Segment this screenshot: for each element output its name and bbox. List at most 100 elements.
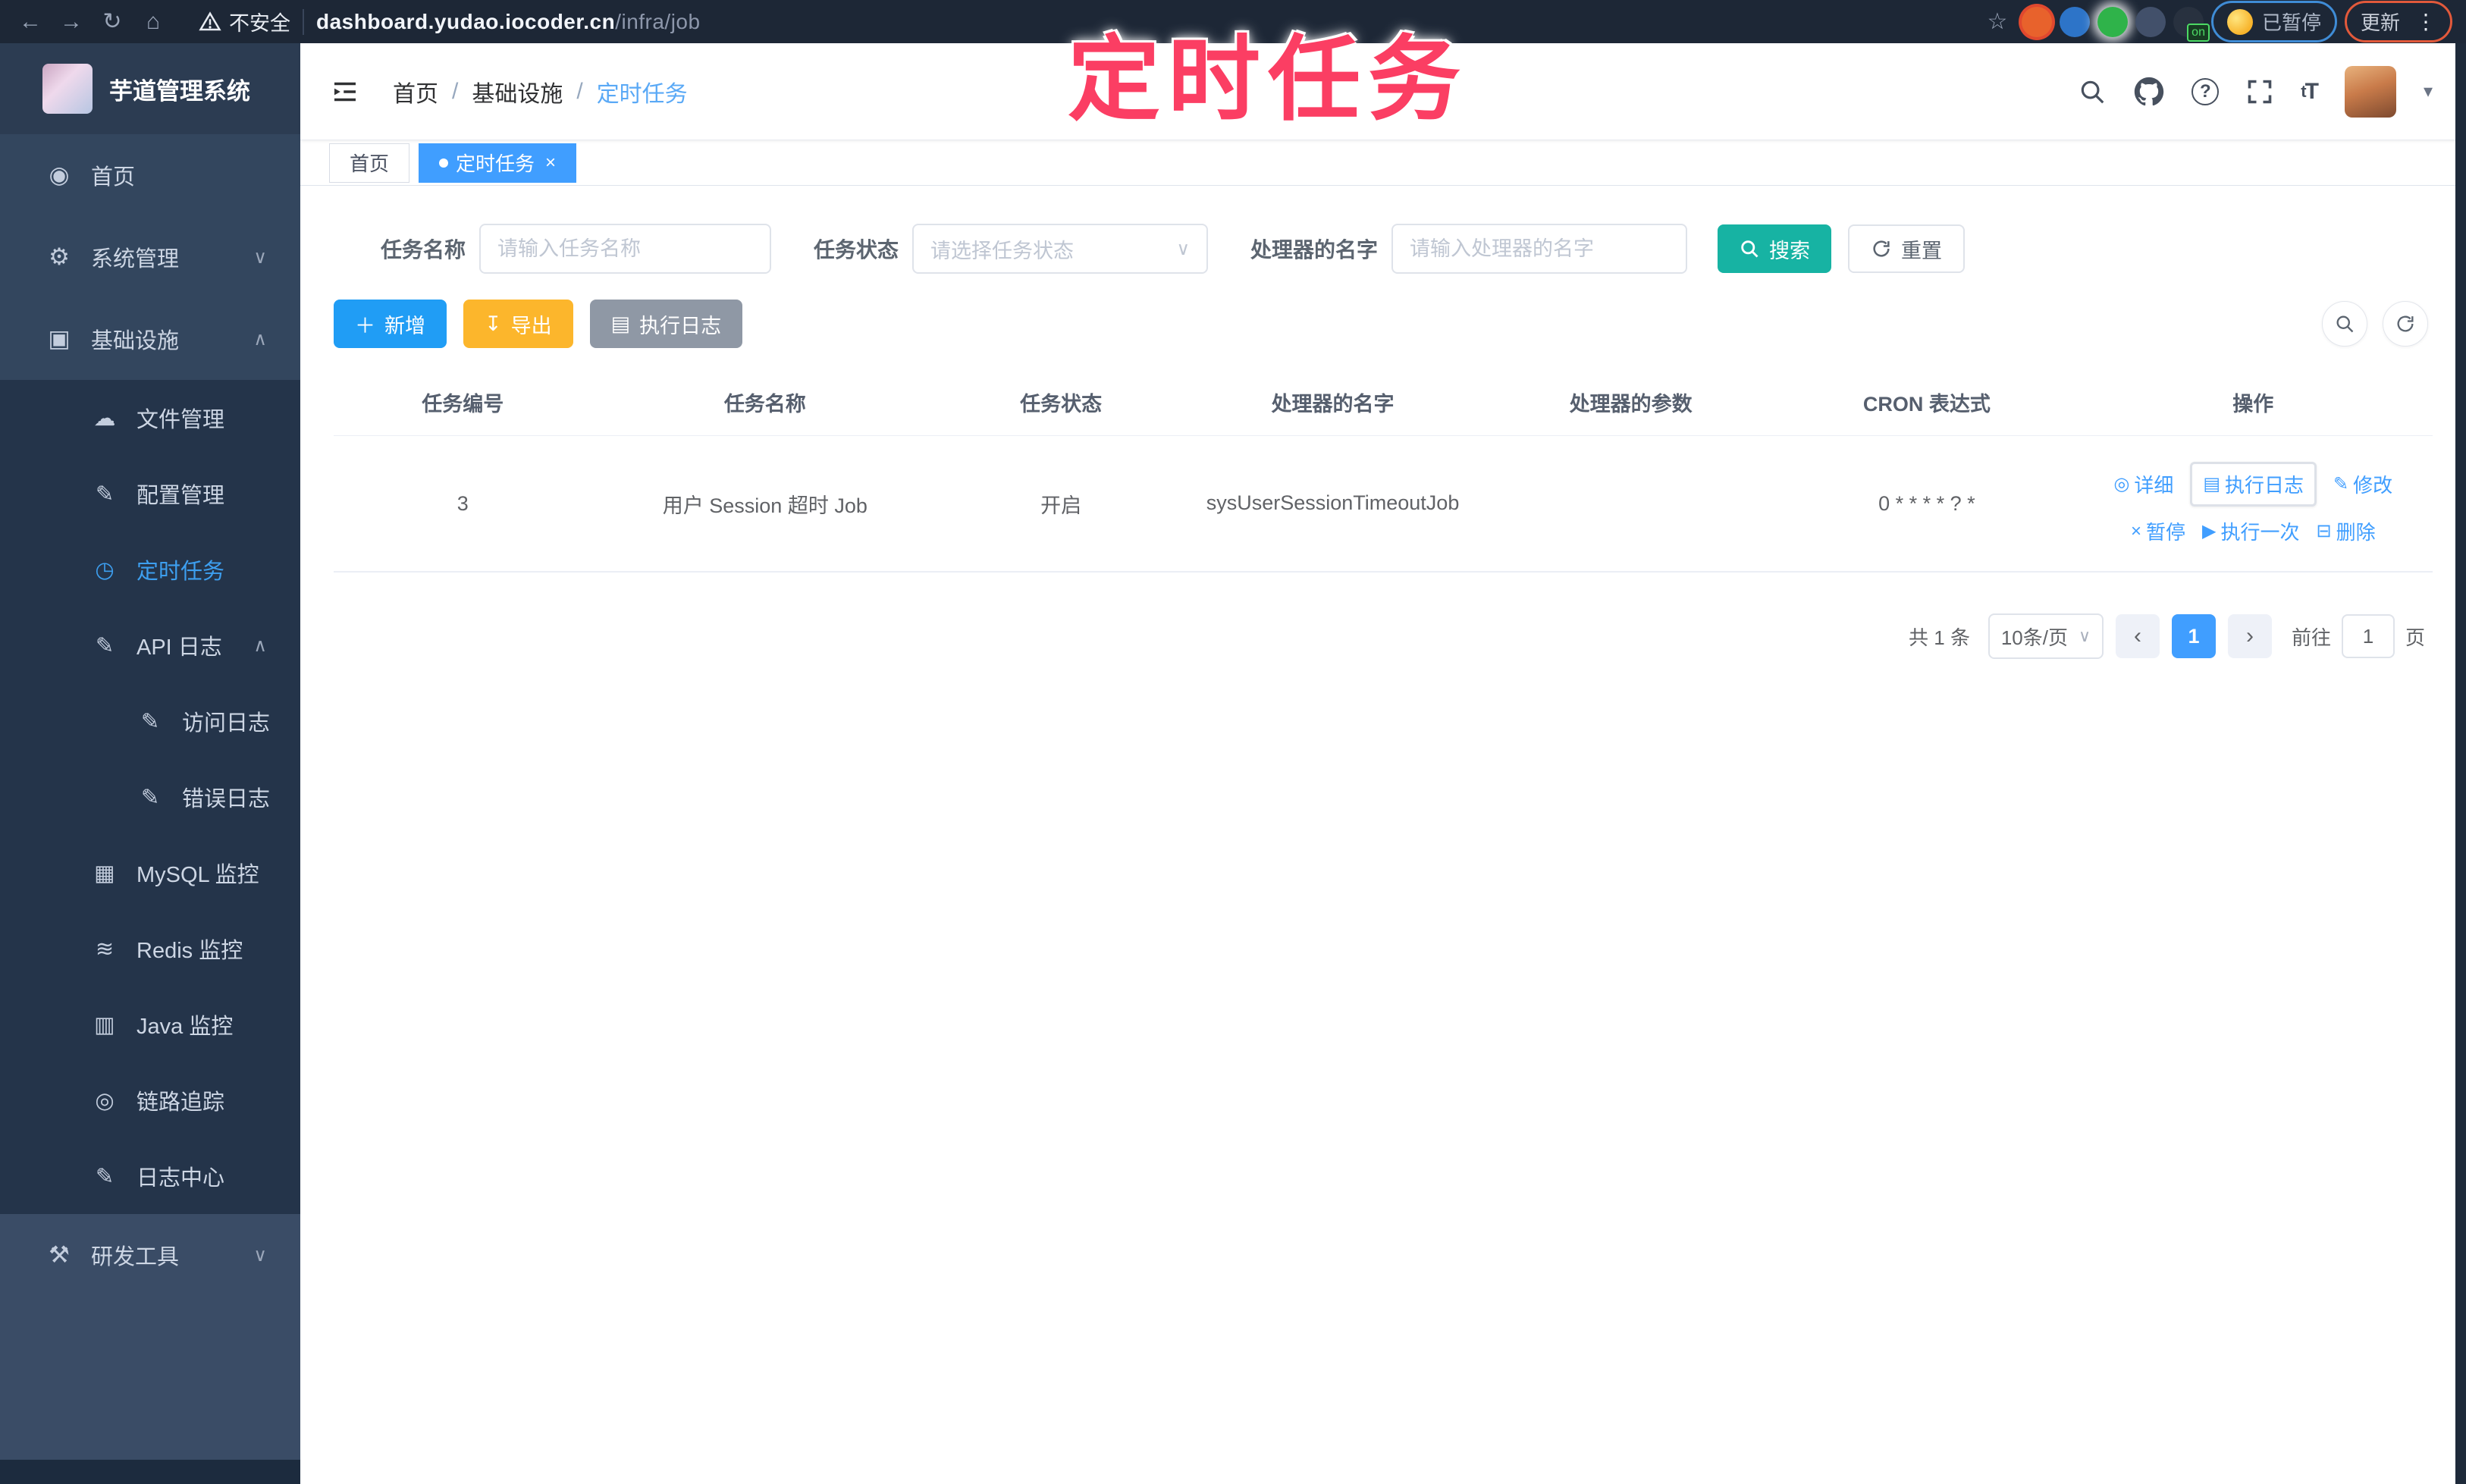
tab-home[interactable]: 首页 [329,143,410,183]
app-title: 芋道管理系统 [109,77,250,105]
breadcrumb-infra[interactable]: 基础设施 [472,75,563,108]
extension-icon-blue[interactable] [2059,6,2090,37]
pagination-goto: 前往 页 [2292,614,2425,658]
sidebar-item-label: 错误日志 [182,787,271,811]
sidebar-item-error-log[interactable]: ✎ 错误日志 [0,759,300,835]
table-toolbar: ＋ 新增 ↧ 导出 ▤ 执行日志 [334,300,2433,348]
add-button[interactable]: ＋ 新增 [334,300,447,348]
edit-icon: ✎ [95,482,115,507]
export-button[interactable]: ↧ 导出 [463,300,573,348]
job-status-select[interactable]: 请选择任务状态 ∨ [912,224,1209,274]
reset-button[interactable]: 重置 [1848,224,1966,273]
bookmark-star-icon[interactable]: ☆ [1981,5,2014,39]
sidebar-item-access-log[interactable]: ✎ 访问日志 [0,683,300,759]
page-size-select[interactable]: 10条/页 ∨ [1988,613,2104,659]
select-caret-icon: ∨ [1176,238,1191,259]
profile-paused-chip[interactable]: 已暂停 [2210,1,2337,42]
sidebar-item-trace[interactable]: ◎ 链路追踪 [0,1062,300,1138]
cell-job-status: 开启 [1040,494,1082,517]
job-name-label: 任务名称 [381,238,466,262]
pagination-total: 共 1 条 [1909,626,1970,649]
extension-icon-green[interactable] [2097,6,2128,37]
eye-icon: ◎ [95,1088,115,1113]
font-size-icon[interactable]: tT [2301,79,2319,105]
browser-forward-icon[interactable]: → [55,5,88,39]
cell-handler-name: sysUserSessionTimeoutJob [1206,491,1460,515]
sidebar-collapse-icon[interactable] [329,76,361,108]
cell-operations: ◎ 详细 ▤ 执行日志 ✎ 修改 × 暂停 ▶ 执行一次 ⊟ 删除 [2074,436,2433,571]
breadcrumb-home[interactable]: 首页 [393,75,438,108]
monitor-icon: ▥ [94,1012,115,1037]
user-avatar[interactable] [2344,65,2396,118]
sidebar-item-job[interactable]: ◷ 定时任务 [0,532,300,607]
search-icon[interactable] [2078,77,2107,106]
browser-back-icon[interactable]: ← [14,5,47,39]
sidebar-item-java[interactable]: ▥ Java 监控 [0,987,300,1062]
sidebar-item-label: 配置管理 [136,484,225,508]
sidebar-item-system[interactable]: ⚙ 系统管理 ∨ [0,216,300,298]
sidebar-item-mysql[interactable]: ▦ MySQL 监控 [0,835,300,911]
page-unit-label: 页 [2405,626,2425,649]
annotation-title: 定时任务 [1068,28,1468,131]
handler-name-input[interactable] [1391,224,1688,274]
github-icon[interactable] [2134,77,2164,107]
job-status-label: 任务状态 [814,238,899,262]
close-icon[interactable]: × [545,152,556,174]
goto-page-input[interactable] [2341,614,2395,658]
detail-link[interactable]: ◎ 详细 [2113,470,2173,498]
extension-icon-grid[interactable] [2135,6,2166,37]
run-log-button[interactable]: ▤ 执行日志 [589,300,743,348]
refresh-button[interactable] [2383,301,2428,347]
paused-label: 已暂停 [2261,11,2321,34]
browser-scrollbar[interactable] [2455,43,2466,1484]
pause-link[interactable]: × 暂停 [2131,517,2185,545]
sidebar-filler [0,1296,300,1460]
cell-cron: 0 * * * * ? * [1878,491,1975,515]
avatar-caret-icon[interactable]: ▾ [2424,80,2433,102]
sidebar-item-api-log[interactable]: ✎ API 日志 ∧ [0,607,300,683]
edit-link[interactable]: ✎ 修改 [2333,470,2392,498]
chevron-down-icon: ∨ [253,246,267,268]
extension-icon-on[interactable]: on [2173,6,2210,42]
goto-label: 前往 [2291,626,2331,649]
job-name-input[interactable] [479,224,772,274]
sidebar-item-home[interactable]: ◉ 首页 [0,134,300,216]
browser-reload-icon[interactable]: ↻ [96,5,129,39]
sidebar-item-infra[interactable]: ▣ 基础设施 ∧ [0,298,300,380]
current-page-button[interactable]: 1 [2171,614,2216,658]
run-once-link[interactable]: ▶ 执行一次 [2202,517,2299,545]
browser-home-icon[interactable]: ⌂ [136,5,170,39]
browser-menu-icon[interactable]: ⋮ [2415,9,2436,34]
edit-icon: ✎ [95,1164,115,1189]
sidebar-item-label: 访问日志 [182,711,271,736]
url-text[interactable]: dashboard.yudao.iocoder.cn/infra/job [316,10,701,34]
url-bar[interactable]: 不安全 dashboard.yudao.iocoder.cn/infra/job [188,4,716,39]
extension-icon-orange[interactable] [2021,6,2052,37]
chevron-up-icon: ∧ [253,328,267,350]
delete-link[interactable]: ⊟ 删除 [2316,517,2375,545]
update-chip[interactable]: 更新 ⋮ [2344,1,2452,42]
next-page-button[interactable]: › [2227,614,2272,658]
sidebar-item-label: 文件管理 [136,408,225,432]
row-run-log-link[interactable]: ▤ 执行日志 [2190,462,2317,507]
update-label: 更新 [2360,11,2400,34]
sidebar-item-devtools[interactable]: ⚒ 研发工具 ∨ [0,1214,300,1296]
chevron-up-icon: ∧ [253,635,267,656]
prev-page-button[interactable]: ‹ [2115,614,2160,658]
doc-icon: ✎ [140,785,160,810]
layers-icon: ≋ [95,937,115,962]
search-toggle-button[interactable] [2322,301,2367,347]
tab-job[interactable]: 定时任务 × [419,143,577,183]
app-logo [42,64,93,114]
sidebar-item-redis[interactable]: ≋ Redis 监控 [0,911,300,987]
trash-icon: ⊟ [2316,521,2332,541]
sidebar-item-log-center[interactable]: ✎ 日志中心 [0,1138,300,1214]
fullscreen-icon[interactable] [2246,78,2273,105]
sidebar-logo-row[interactable]: 芋道管理系统 [0,43,300,134]
cell-job-id: 3 [456,491,469,515]
search-button[interactable]: 搜索 [1718,224,1832,273]
col-header-handler: 处理器的名字 [1271,393,1395,416]
sidebar-item-file[interactable]: ☁ 文件管理 [0,380,300,456]
help-icon[interactable]: ? [2191,77,2220,105]
sidebar-item-config[interactable]: ✎ 配置管理 [0,456,300,532]
